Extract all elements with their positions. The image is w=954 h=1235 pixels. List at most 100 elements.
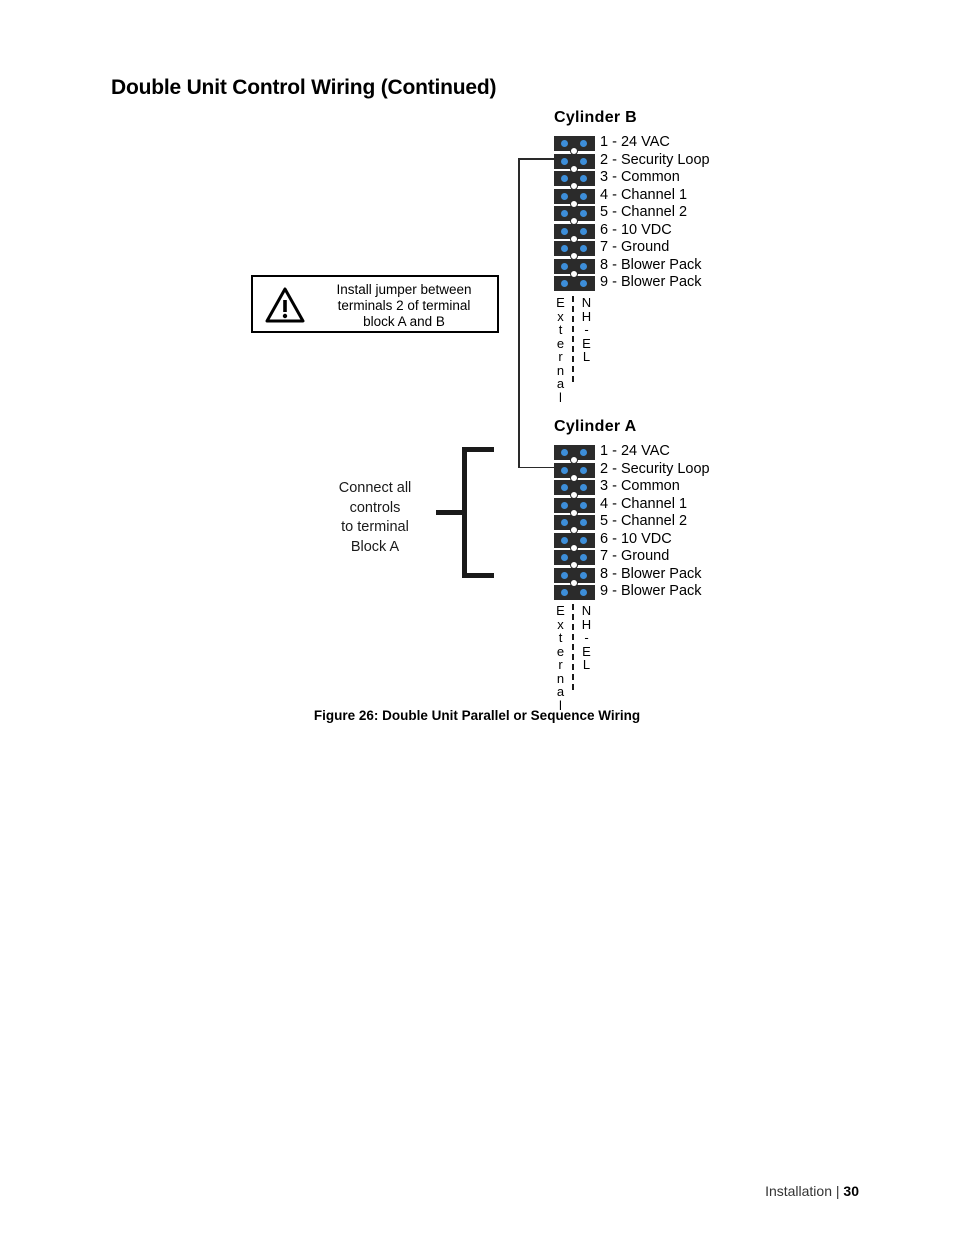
terminal-screw-icon <box>570 456 578 464</box>
terminal-screw-icon <box>570 269 578 278</box>
terminal-contact-dot <box>580 484 587 491</box>
terminal-contact-dot <box>580 554 587 561</box>
terminal-contact-dot <box>561 192 568 200</box>
terminal-screw-icon <box>570 508 578 517</box>
terminal-row[interactable] <box>554 241 595 260</box>
jumper-wire-bottom-segment <box>518 466 558 468</box>
terminal-row[interactable] <box>554 532 595 552</box>
terminal-contact-dot <box>580 589 587 596</box>
terminal-row[interactable] <box>554 136 595 155</box>
terminal-label: 6 - 10 VDC <box>600 530 672 547</box>
terminal-label: 7 - Ground <box>600 239 670 255</box>
terminal-label: 2 - Security Loop <box>600 151 710 168</box>
terminal-contact-dot <box>580 571 587 579</box>
terminal-screw-icon <box>570 491 578 499</box>
terminal-row[interactable] <box>554 585 595 600</box>
terminal-row[interactable] <box>554 550 595 569</box>
external-char: l <box>559 389 562 405</box>
terminal-label: 1 - 24 VAC <box>600 134 670 150</box>
warning-triangle-icon <box>265 287 305 323</box>
connect-note-line-3: to terminal <box>341 519 409 535</box>
nhel-char: H <box>581 308 592 324</box>
terminal-contact-dot <box>580 466 587 474</box>
terminal-label: 8 - Blower Pack <box>600 565 702 582</box>
nhel-char: L <box>582 657 591 672</box>
external-char: n <box>556 670 565 686</box>
nhel-char: N <box>581 295 592 310</box>
warning-callout-box: Install jumper between terminals 2 of te… <box>251 275 499 333</box>
terminal-contact-dot <box>580 140 587 147</box>
terminal-row[interactable] <box>554 258 595 278</box>
terminal-label: 7 - Ground <box>600 548 670 564</box>
connect-note-line-4: Block A <box>350 538 400 555</box>
external-label-vertical: E x t e r n a l <box>554 296 567 404</box>
terminal-contact-dot <box>580 536 587 544</box>
terminal-contact-dot <box>561 210 568 217</box>
warning-line-2: terminals 2 of terminal <box>337 298 471 313</box>
terminal-row[interactable] <box>554 223 595 243</box>
connect-note-line-1: Connect all <box>338 480 412 496</box>
nhel-char: - <box>584 630 589 645</box>
terminal-label: 2 - Security Loop <box>600 460 710 477</box>
external-char: x <box>557 616 564 632</box>
nhel-char: E <box>582 643 591 659</box>
terminal-contact-dot <box>561 140 568 147</box>
terminal-label: 9 - Blower Pack <box>600 274 702 290</box>
page-footer: Installation | 30 <box>765 1183 859 1199</box>
legend-divider <box>572 296 574 382</box>
terminal-screw-icon <box>570 164 578 173</box>
external-char: e <box>556 643 565 659</box>
terminal-row[interactable] <box>554 188 595 208</box>
terminal-row[interactable] <box>554 445 595 464</box>
terminal-contact-dot <box>580 280 587 287</box>
external-char: E <box>556 295 565 310</box>
terminal-label: 3 - Common <box>600 478 680 494</box>
terminal-screw-icon <box>570 526 578 534</box>
nhel-char: E <box>582 335 591 351</box>
terminal-row[interactable] <box>554 515 595 534</box>
footer-separator: | <box>835 1183 840 1199</box>
nhel-char: L <box>582 349 591 364</box>
terminal-contact-dot <box>561 536 568 544</box>
terminal-contact-dot <box>561 571 568 579</box>
control-bracket-stem <box>436 510 464 515</box>
terminal-row[interactable] <box>554 462 595 482</box>
terminal-label: 1 - 24 VAC <box>600 443 670 459</box>
external-char: t <box>558 630 563 645</box>
terminal-row[interactable] <box>554 153 595 173</box>
terminal-contact-dot <box>580 501 587 509</box>
terminal-row[interactable] <box>554 480 595 499</box>
terminal-row[interactable] <box>554 276 595 291</box>
external-char: r <box>558 349 563 364</box>
terminal-row[interactable] <box>554 567 595 587</box>
terminal-label: 5 - Channel 2 <box>600 204 688 220</box>
cylinder-b-terminal-strip <box>554 136 595 294</box>
warning-line-1: Install jumper between <box>336 282 472 297</box>
terminal-label: 9 - Blower Pack <box>600 583 702 599</box>
footer-page-number: 30 <box>843 1183 859 1199</box>
terminal-row[interactable] <box>554 206 595 225</box>
terminal-contact-dot <box>580 245 587 252</box>
terminal-label: 4 - Channel 1 <box>600 186 688 203</box>
cylinder-b-heading: Cylinder B <box>554 109 638 126</box>
external-char: t <box>558 322 563 337</box>
terminal-contact-dot <box>561 589 568 596</box>
terminal-label: 4 - Channel 1 <box>600 495 688 512</box>
terminal-contact-dot <box>561 245 568 252</box>
figure-caption: Figure 26: Double Unit Parallel or Seque… <box>313 708 641 723</box>
terminal-screw-icon <box>570 252 578 260</box>
footer-section-label: Installation <box>765 1183 832 1199</box>
terminal-screw-icon <box>570 561 578 569</box>
external-char: x <box>557 308 564 324</box>
terminal-contact-dot <box>561 280 568 287</box>
jumper-wire-top-segment <box>518 158 558 160</box>
terminal-row[interactable] <box>554 497 595 517</box>
terminal-screw-icon <box>570 147 578 155</box>
nhel-label-vertical: N H - E L <box>580 296 593 364</box>
terminal-contact-dot <box>580 210 587 217</box>
terminal-contact-dot <box>561 157 568 165</box>
terminal-contact-dot <box>580 262 587 270</box>
terminal-row[interactable] <box>554 171 595 190</box>
external-char: n <box>556 362 565 378</box>
terminal-contact-dot <box>580 192 587 200</box>
